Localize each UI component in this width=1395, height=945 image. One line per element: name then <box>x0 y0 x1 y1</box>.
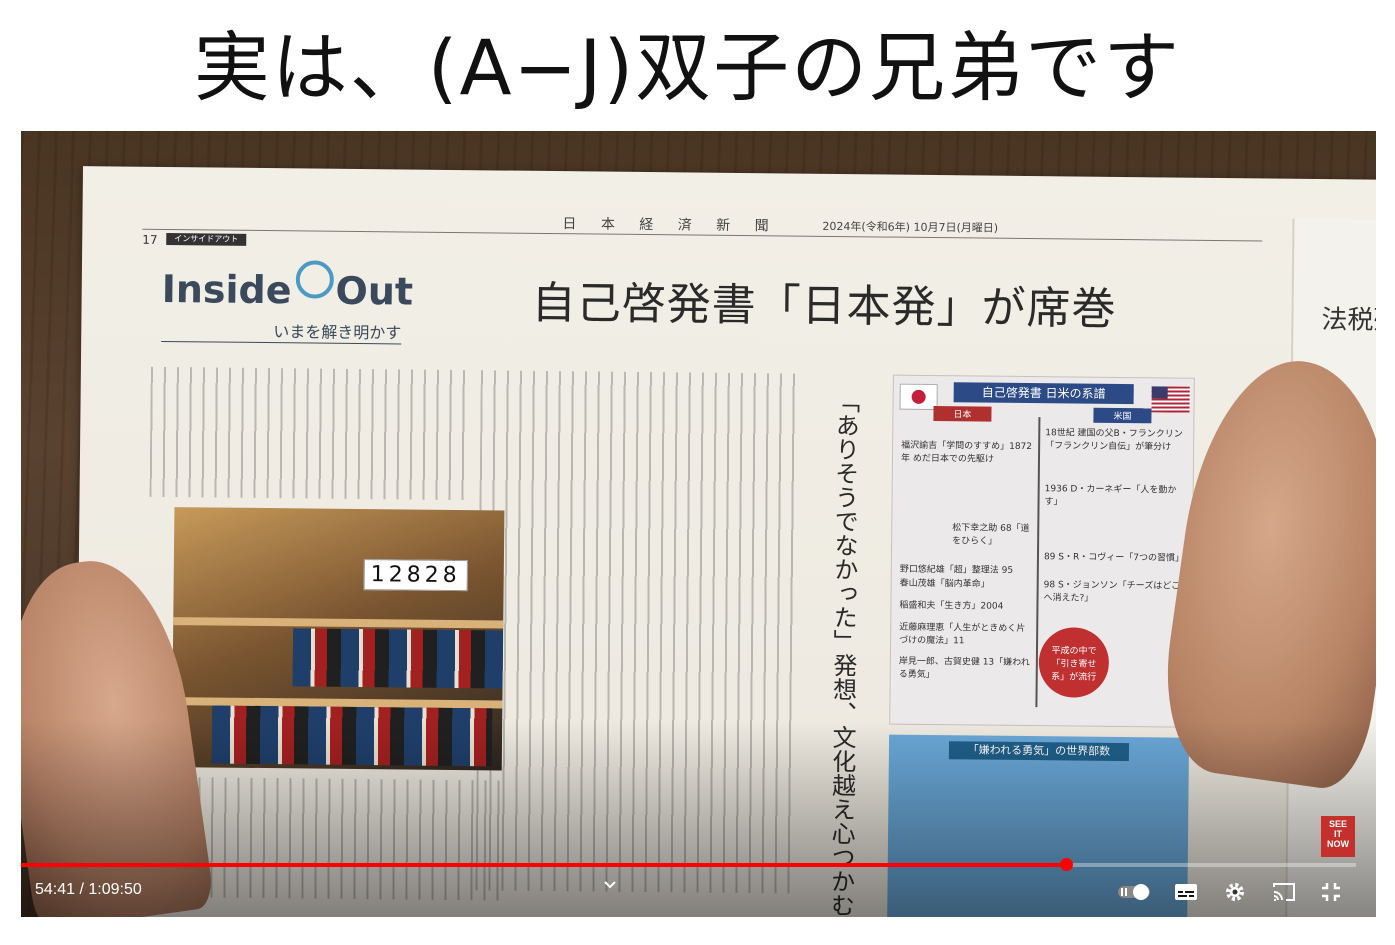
exit-fullscreen-icon[interactable] <box>1314 875 1348 909</box>
japan-flag-icon <box>899 383 938 411</box>
settings-gear-icon[interactable] <box>1218 875 1252 909</box>
article-text-columns <box>149 366 471 501</box>
badge-text: 平成の中で「引き寄せ系」が流行 <box>1051 646 1097 683</box>
map-title: 「嫌われる勇気」の世界部数 <box>967 743 1111 758</box>
autoplay-toggle-icon[interactable] <box>1117 875 1151 909</box>
newspaper-date: 2024年(令和6年) 10月7日(月曜日) <box>822 219 999 235</box>
timeline-entry: 1936 D・カーネギー「人を動かす」 <box>1044 484 1177 508</box>
timeline-entry: 89 S・R・コヴィー「7つの習慣」 <box>1043 552 1185 564</box>
inside-out-logo: Inside Out <box>162 267 414 314</box>
books-row <box>211 705 493 767</box>
bookstore-photo: 12828 <box>171 507 505 771</box>
sales-counter: 12828 <box>363 559 468 592</box>
map-title-bar: 「嫌われる勇気」の世界部数 <box>948 741 1130 762</box>
highlight-badge: 平成の中で「引き寄せ系」が流行 <box>1038 627 1110 698</box>
books-row <box>292 628 504 689</box>
timeline-entry: 春山茂雄「脳内革命」 <box>899 578 990 590</box>
infographic-title: 自己啓発書 日米の系譜 <box>953 382 1134 405</box>
timeline-entry: 18世紀 建国の父B・フランクリン「フランクリン自伝」が筆分け <box>1045 428 1183 453</box>
article-text-columns <box>475 370 801 894</box>
timeline-entry: 野口悠紀雄「超」整理法 95 <box>899 564 1014 576</box>
progress-played <box>21 863 1067 867</box>
us-flag-icon <box>1151 386 1190 413</box>
timeline-entry: 福沢諭吉「学問のすすめ」1872年 めだ日本での先駆け <box>900 440 1033 465</box>
video-player[interactable]: 17 インサイドアウト 日 本 経 済 新 聞 2024年(令和6年) 10月7… <box>21 131 1376 917</box>
page-heading: 実は、(A−J)双子の兄弟です <box>193 23 1182 112</box>
progress-bar[interactable] <box>21 858 1356 871</box>
badge-line: NOW <box>1327 839 1349 849</box>
japan-column-label: 日本 <box>933 406 992 422</box>
badge-line: IT <box>1334 829 1342 839</box>
subtitles-icon[interactable] <box>1169 875 1203 909</box>
logo-tagline: いまを解き明かす <box>161 316 402 345</box>
logo-right-text: Out <box>335 268 414 314</box>
time-separator: / <box>75 881 89 898</box>
shelf <box>173 617 504 629</box>
vertical-subheading: 「ありそうでなかった」発想、文化越え心つかむ <box>826 388 860 917</box>
chevron-down-icon[interactable] <box>603 875 617 894</box>
badge-line: SEE <box>1328 819 1347 829</box>
timeline-entry: 岸見一郎、古賀史健 13「嫌われる勇気」 <box>898 656 1030 681</box>
page-number: 17 <box>142 232 158 247</box>
current-time: 54:41 <box>35 881 76 898</box>
next-page-heading: 法税残 <box>1321 305 1376 336</box>
timeline-entry: 近藤麻理恵「人生がときめく片づけの魔法」11 <box>899 622 1026 647</box>
logo-left-text: Inside <box>161 266 292 313</box>
newspaper: 17 インサイドアウト 日 本 経 済 新 聞 2024年(令和6年) 10月7… <box>75 166 1376 917</box>
time-display: 54:41 / 1:09:50 <box>35 881 142 899</box>
cast-icon[interactable] <box>1267 875 1301 909</box>
timeline-entry: 松下幸之助 68「道をひらく」 <box>952 523 1030 547</box>
duration: 1:09:50 <box>88 881 142 898</box>
timeline-entry: 98 S・ジョンソン「チーズはどこへ消えた?」 <box>1043 580 1181 604</box>
timeline-entry: 稲盛和夫「生き方」2004 <box>899 600 1004 612</box>
newspaper-masthead: 日 本 経 済 新 聞 <box>562 216 779 235</box>
us-column-label: 米国 <box>1093 407 1152 424</box>
magnifier-icon <box>295 260 335 299</box>
see-it-now-badge[interactable]: SEE IT NOW <box>1321 816 1355 857</box>
article-headline: 自己啓発書「日本発」が席巻 <box>531 277 1117 335</box>
section-tag: インサイドアウト <box>166 232 247 246</box>
infographic-timeline: 自己啓発書 日米の系譜 日本 米国 18世紀 建国の父B・フランクリン「フランク… <box>889 374 1195 728</box>
